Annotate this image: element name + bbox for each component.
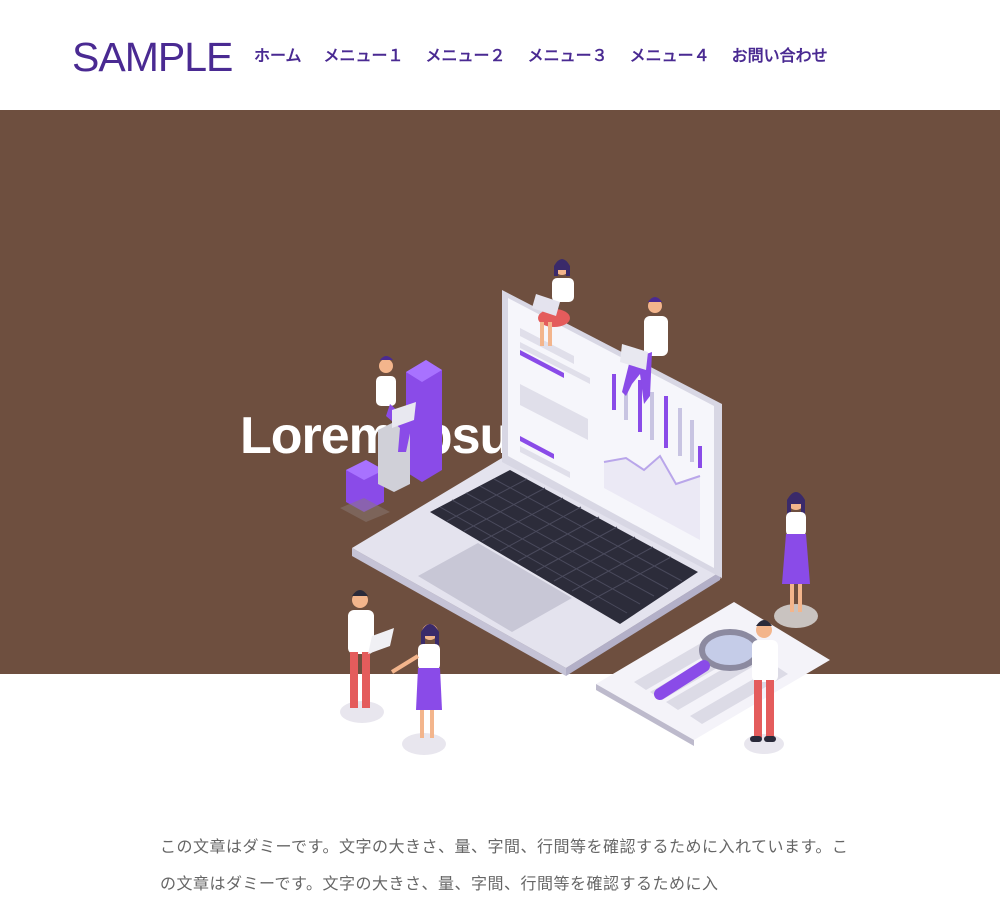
nav-item-home[interactable]: ホーム bbox=[254, 44, 302, 68]
main-nav: ホーム メニュー１ メニュー２ メニュー３ メニュー４ お問い合わせ bbox=[254, 44, 850, 68]
nav-item-menu-4[interactable]: メニュー４ bbox=[630, 44, 710, 68]
intro-paragraph: この文章はダミーです。文字の大きさ、量、字間、行間等を確認するために入れています… bbox=[160, 837, 849, 893]
nav-item-menu-1[interactable]: メニュー１ bbox=[324, 44, 404, 68]
site-header: SAMPLE ホーム メニュー１ メニュー２ メニュー３ メニュー４ お問い合わ… bbox=[0, 0, 1000, 110]
nav-item-menu-2[interactable]: メニュー２ bbox=[426, 44, 506, 68]
hero-title: Lorem ipsum bbox=[240, 407, 540, 465]
nav-item-menu-3[interactable]: メニュー３ bbox=[528, 44, 608, 68]
nav-item-contact[interactable]: お問い合わせ bbox=[732, 44, 828, 68]
site-logo[interactable]: SAMPLE bbox=[72, 34, 233, 80]
hero-banner bbox=[0, 110, 1000, 674]
